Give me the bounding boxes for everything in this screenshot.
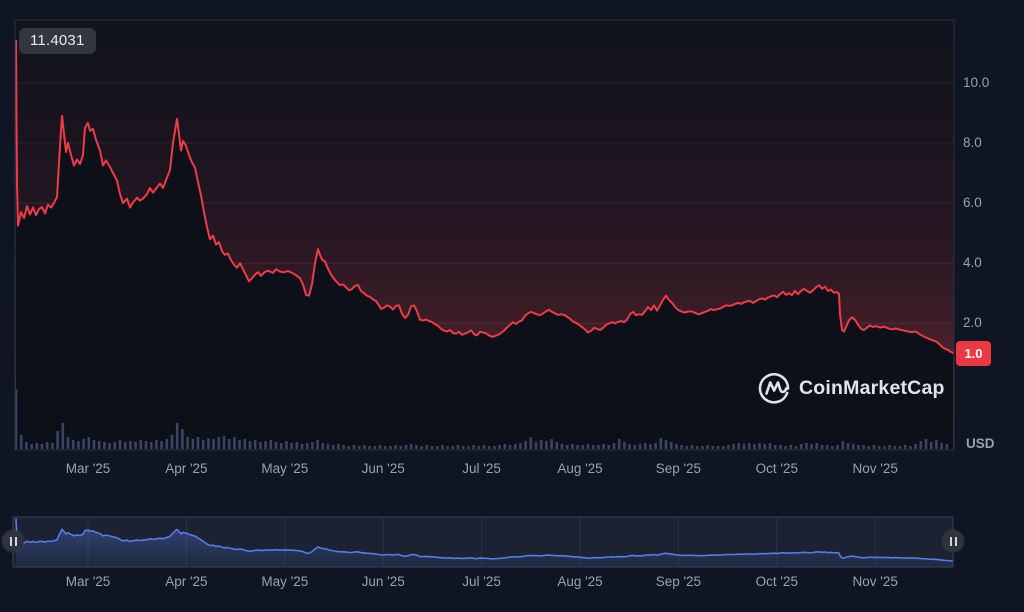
navigator-selected-region[interactable]: [13, 517, 953, 567]
y-axis-tick-label: 6.0: [963, 194, 1009, 212]
navigator-left-handle[interactable]: [2, 530, 24, 552]
x-axis-month-label: Oct '25: [732, 461, 822, 477]
x-axis-month-label: Apr '25: [141, 461, 231, 477]
current-price-badge: 1.0: [956, 341, 991, 366]
y-axis-tick-label: 8.0: [963, 134, 1009, 152]
logo-text: CoinMarketCap: [799, 377, 945, 400]
x-axis-month-label: Jun '25: [338, 461, 428, 477]
x-axis-month-label: Nov '25: [830, 461, 920, 477]
x-axis-month-label: Sep '25: [633, 461, 723, 477]
x-axis-month-label: May '25: [240, 461, 330, 477]
coinmarketcap-price-chart: 11.4031 10.0 8.0 6.0 4.0 2.0 1.0 USD Mar '25…: [0, 0, 1024, 612]
currency-unit-label: USD: [966, 436, 1012, 451]
x-axis-month-label: May '25: [240, 574, 330, 590]
max-price-label: 11.4031: [19, 28, 96, 54]
x-axis-month-label: Oct '25: [732, 574, 822, 590]
x-axis-month-label: Jul '25: [437, 461, 527, 477]
x-axis-month-label: Nov '25: [830, 574, 920, 590]
x-axis-month-label: Mar '25: [43, 461, 133, 477]
x-axis-month-label: Sep '25: [633, 574, 723, 590]
coinmarketcap-logo: CoinMarketCap: [756, 370, 945, 406]
x-axis-month-label: Aug '25: [535, 574, 625, 590]
x-axis-month-label: Jun '25: [338, 574, 428, 590]
y-axis-tick-label: 4.0: [963, 254, 1009, 272]
coinmarketcap-logo-icon: [756, 370, 792, 406]
x-axis-month-label: Mar '25: [43, 574, 133, 590]
y-axis-tick-label: 2.0: [963, 314, 1009, 332]
x-axis-month-label: Jul '25: [437, 574, 527, 590]
navigator-right-handle[interactable]: [942, 530, 964, 552]
x-axis-month-label: Aug '25: [535, 461, 625, 477]
y-axis-tick-label: 10.0: [963, 74, 1009, 92]
x-axis-month-label: Apr '25: [141, 574, 231, 590]
